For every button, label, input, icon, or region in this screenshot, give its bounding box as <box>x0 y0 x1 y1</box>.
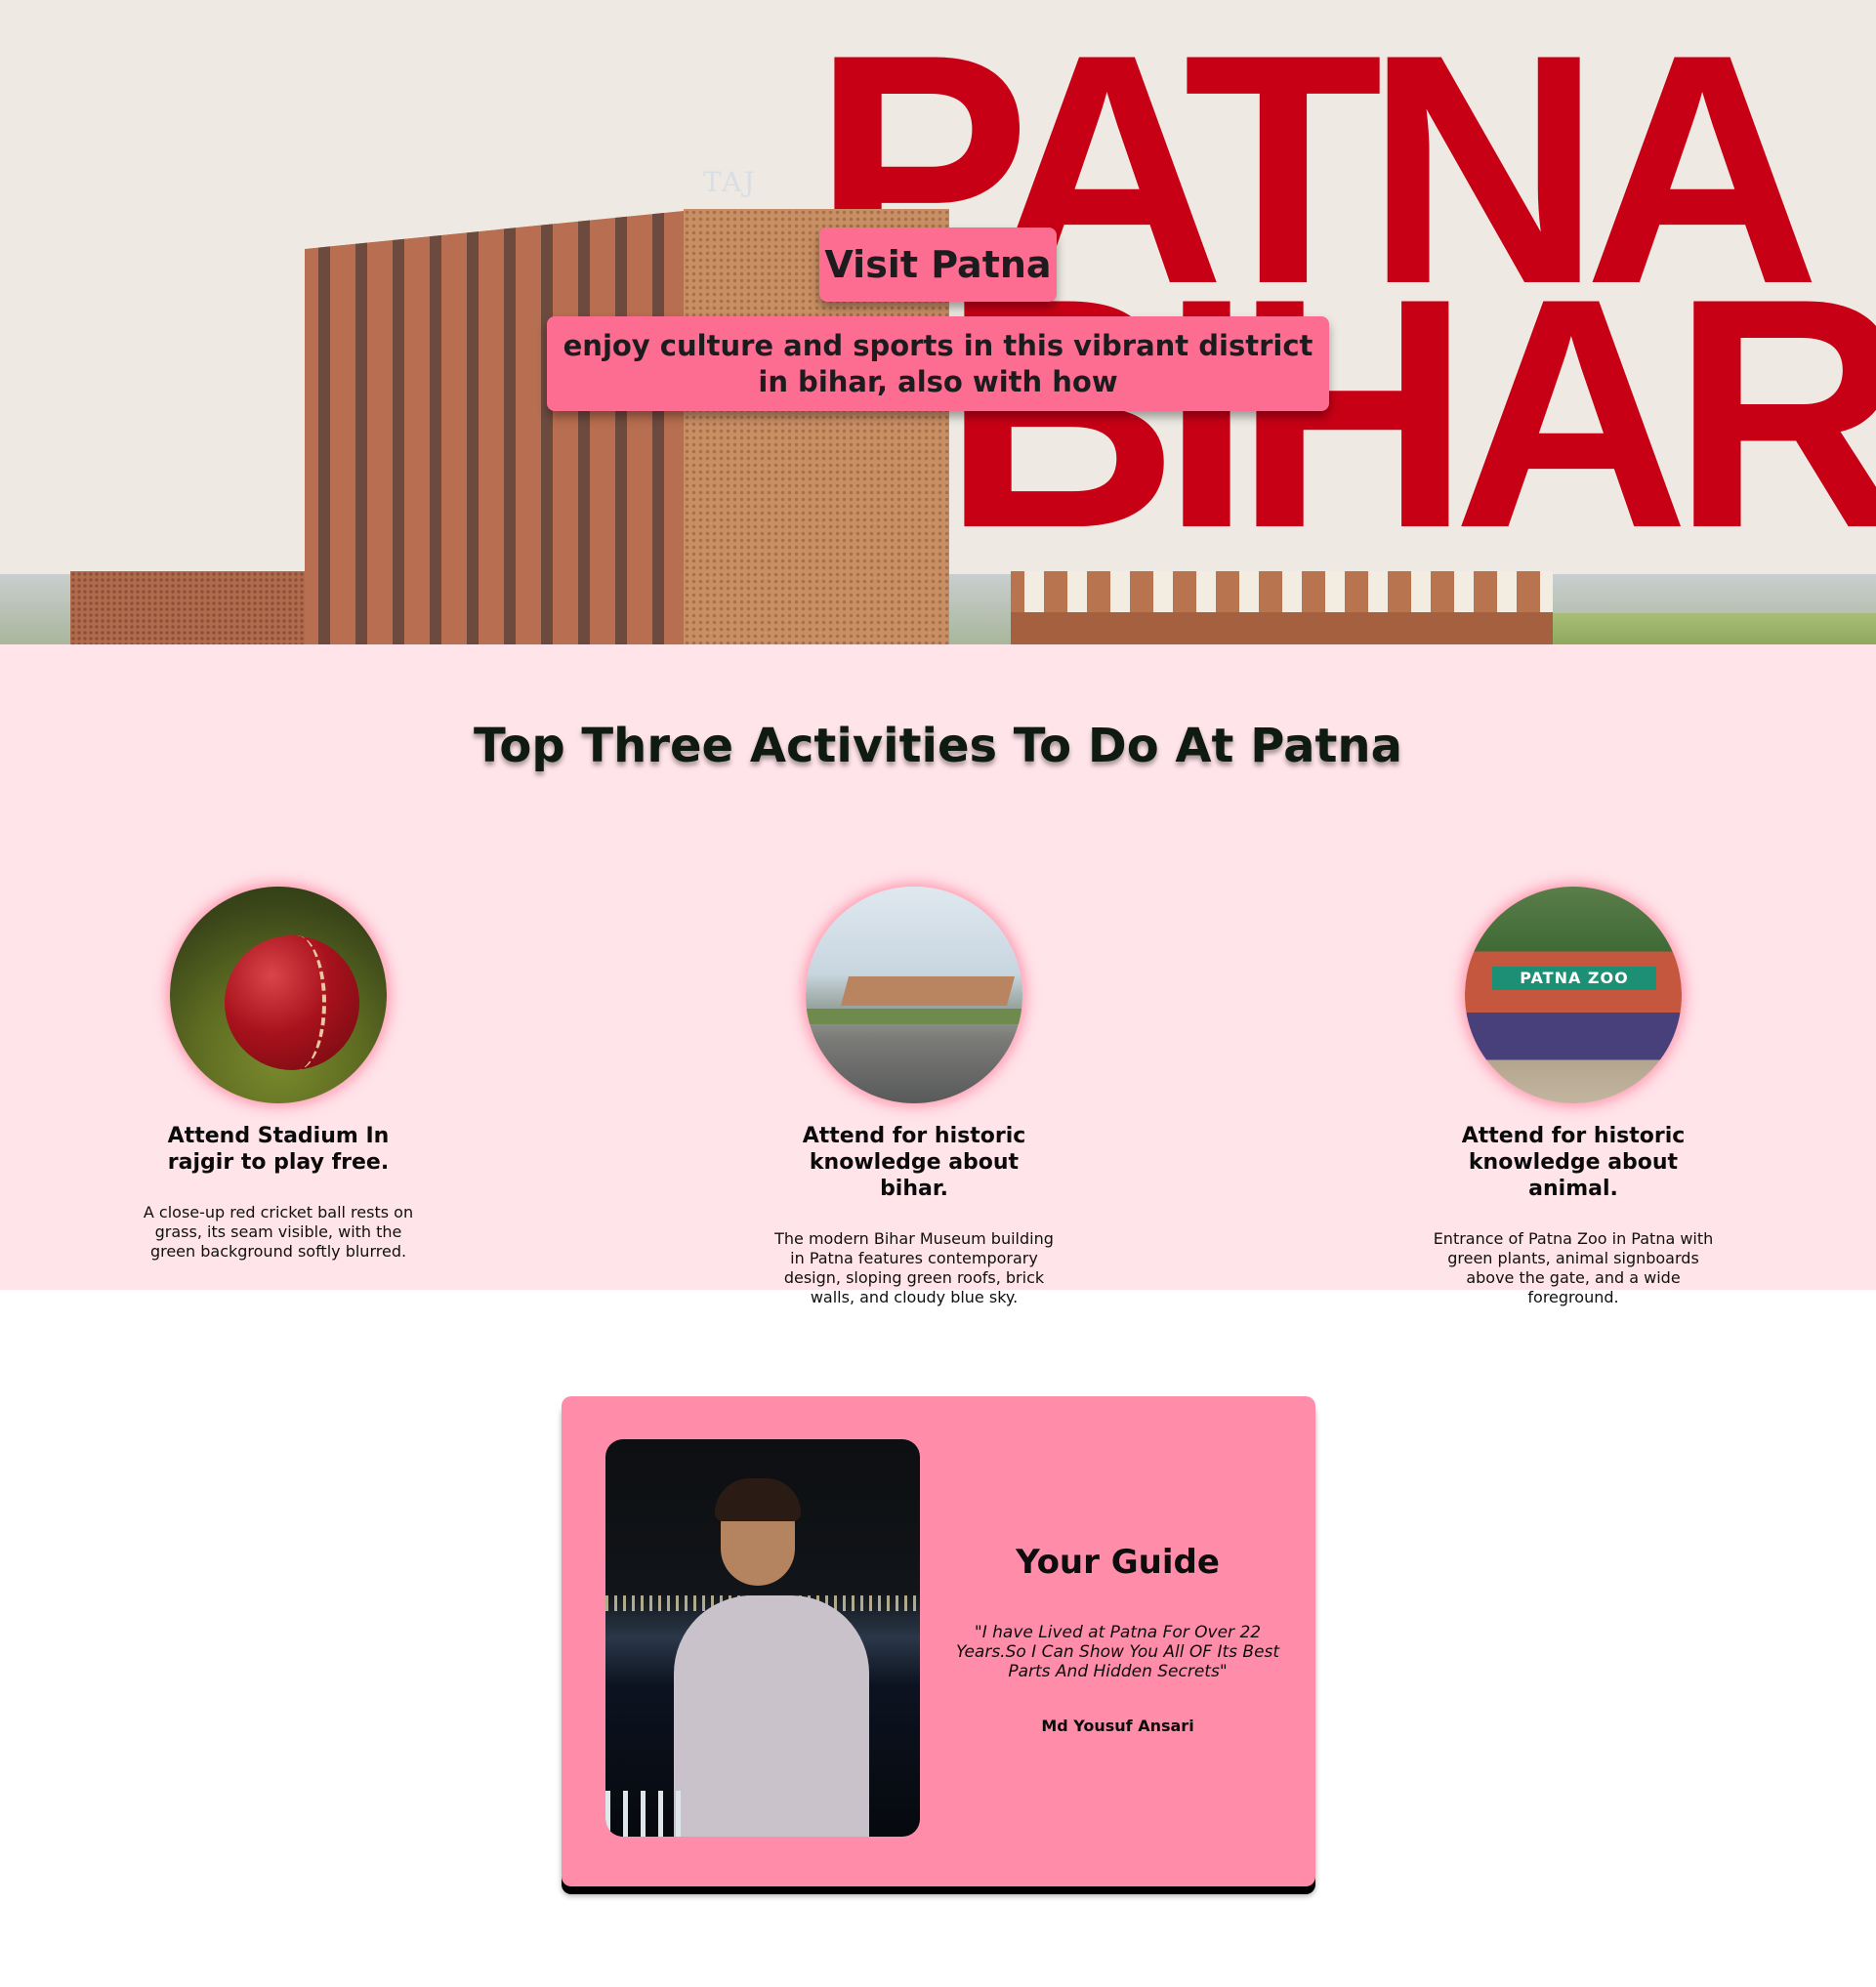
activity-card-zoo: PATNA ZOO Attend for historic knowledge … <box>1368 887 1778 1307</box>
guide-name: Md Yousuf Ansari <box>1041 1717 1194 1735</box>
activity-card-stadium: Attend Stadium In rajgir to play free. A… <box>73 887 483 1262</box>
activity-description: Entrance of Patna Zoo in Patna with gree… <box>1433 1229 1714 1306</box>
guide-card: Your Guide "I have Lived at Patna For Ov… <box>562 1396 1315 1886</box>
hero-section: PATNA BIHAR TAJ Visit Patna enjoy cultur… <box>0 0 1876 644</box>
guide-portrait-image <box>605 1439 920 1837</box>
activities-title: Top Three Activities To Do At Patna <box>474 719 1402 773</box>
guide-title: Your Guide <box>1016 1543 1220 1582</box>
activities-section: Top Three Activities To Do At Patna Atte… <box>0 644 1876 1306</box>
activity-heading: Attend Stadium In rajgir to play free. <box>167 1124 390 1175</box>
museum-roof <box>840 976 1016 1006</box>
hero-subtitle: enjoy culture and sports in this vibrant… <box>547 316 1329 411</box>
guide-hair <box>715 1478 801 1521</box>
building-low-left <box>70 571 305 644</box>
railing <box>605 1791 693 1837</box>
cricket-ball-image <box>170 887 387 1103</box>
hotel-building <box>305 210 693 644</box>
activity-description: The modern Bihar Museum building in Patn… <box>774 1229 1054 1306</box>
hero-title: Visit Patna <box>819 228 1057 302</box>
guide-quote: "I have Lived at Patna For Over 22 Years… <box>955 1623 1280 1681</box>
ball-seam <box>268 935 326 1070</box>
zoo-sign: PATNA ZOO <box>1492 967 1656 990</box>
building-low-right <box>1011 571 1553 644</box>
activity-card-museum: Attend for historic knowledge about biha… <box>709 887 1119 1307</box>
museum-green-roof <box>806 1009 1022 1024</box>
bihar-museum-image <box>806 887 1022 1103</box>
activity-heading: Attend for historic knowledge about biha… <box>802 1124 1026 1201</box>
grass-field <box>1553 613 1876 644</box>
activity-description: A close-up red cricket ball rests on gra… <box>143 1203 414 1261</box>
patna-zoo-image: PATNA ZOO <box>1465 887 1682 1103</box>
building-sign: TAJ <box>703 166 757 198</box>
guide-figure <box>674 1595 869 1837</box>
activity-heading: Attend for historic knowledge about anim… <box>1461 1124 1686 1201</box>
hero-big-word-bihar: BIHAR <box>942 230 1876 596</box>
